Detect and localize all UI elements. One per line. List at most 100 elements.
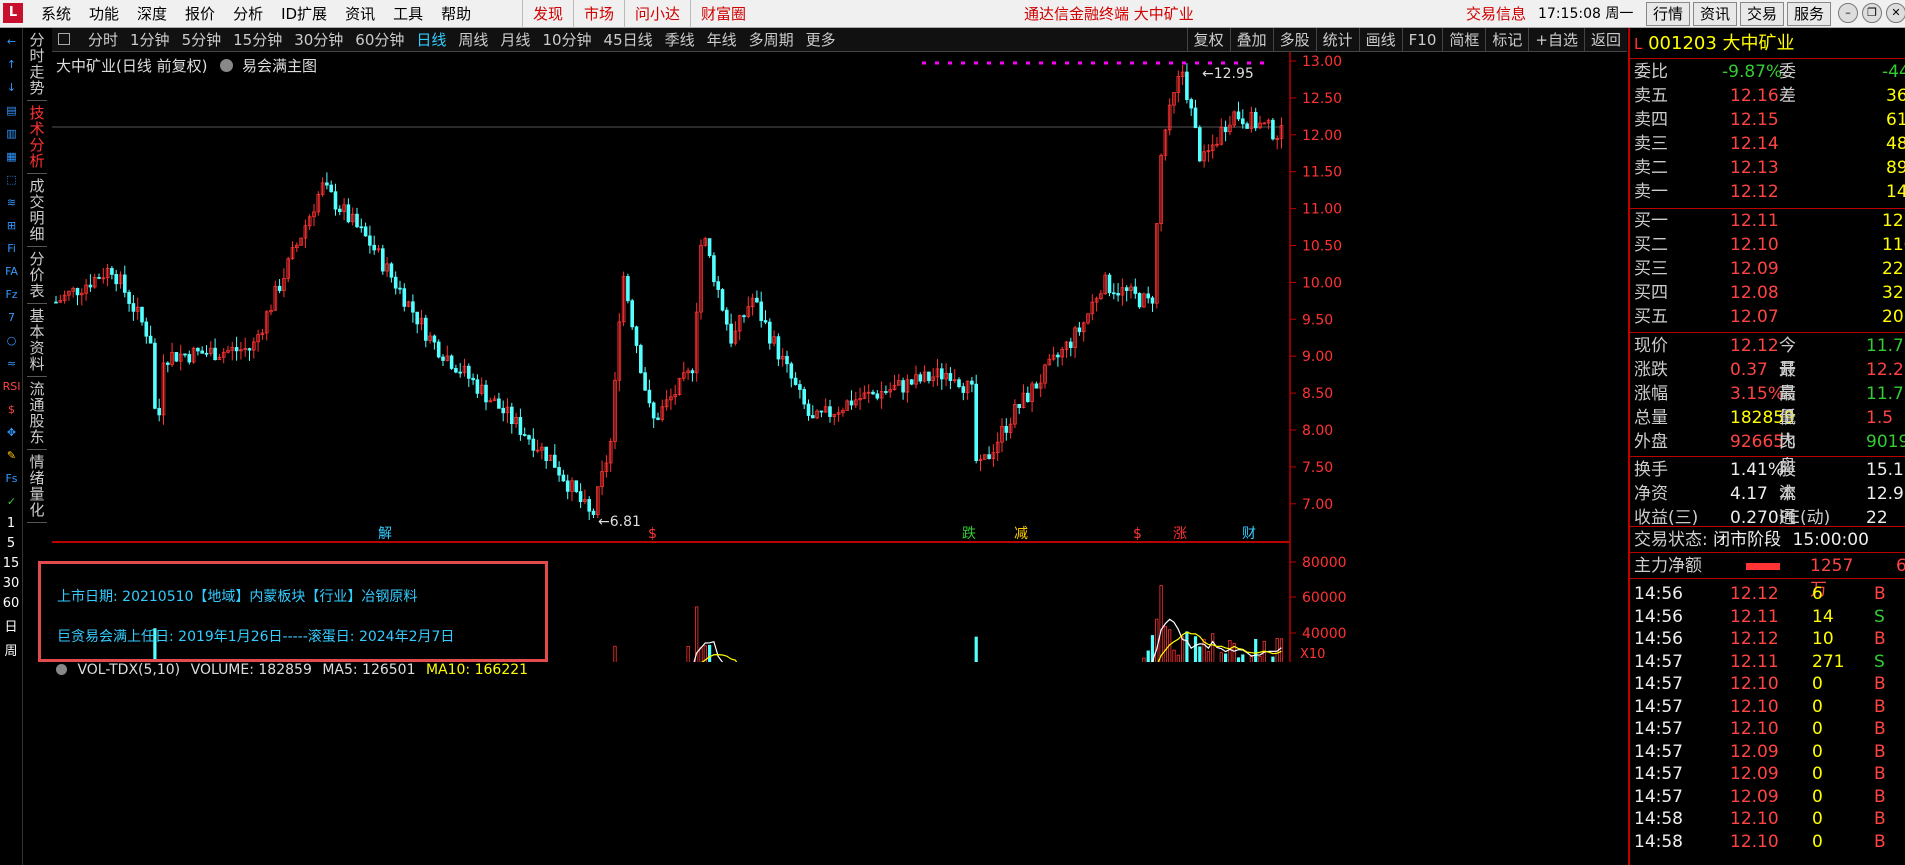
tool-button-8[interactable]: +自选 (1528, 28, 1584, 52)
vol-toggle-icon[interactable] (56, 664, 67, 675)
board-icon[interactable]: ⊞ (2, 216, 21, 235)
period-tab-1[interactable]: 1分钟 (124, 28, 176, 52)
menu-item-function[interactable]: 功能 (80, 0, 128, 28)
tool-button-0[interactable]: 复权 (1186, 28, 1230, 52)
period-tab-10[interactable]: 45日线 (598, 28, 659, 52)
candle-body (415, 311, 419, 325)
back-icon[interactable]: ← (2, 32, 21, 51)
period-tab-8[interactable]: 月线 (494, 28, 536, 52)
price-tick-label: 7.50 (1302, 460, 1333, 476)
tab-sentiment[interactable]: 情绪量化 (27, 450, 47, 523)
fs-icon[interactable]: Fs (2, 469, 21, 488)
candle-body (948, 373, 953, 381)
period-tab-9[interactable]: 10分钟 (536, 28, 597, 52)
menu-item-wealth[interactable]: 财富圈 (690, 0, 756, 28)
candle-body (200, 350, 205, 354)
tool-button-7[interactable]: 标记 (1485, 28, 1528, 52)
tool-button-9[interactable]: 返回 (1583, 28, 1627, 52)
restore-icon[interactable]: ❐ (1862, 3, 1882, 23)
menu-item-discover[interactable]: 发现 (522, 0, 573, 28)
tab-price-table[interactable]: 分价表 (27, 247, 47, 304)
period-60[interactable]: 60 (0, 596, 22, 611)
period-tab-13[interactable]: 多周期 (743, 28, 800, 52)
period-tab-14[interactable]: 更多 (800, 28, 842, 52)
period-tab-5[interactable]: 60分钟 (349, 28, 410, 52)
table-icon[interactable]: ▥ (2, 124, 21, 143)
tick-row: 14:57 12.10 0 B (1634, 672, 1886, 696)
quote-button[interactable]: 行情 (1646, 2, 1691, 26)
indicator-toggle-icon[interactable] (220, 59, 234, 72)
tick-direction: B (1874, 831, 1886, 852)
period-tab-6[interactable]: 日线 (410, 28, 452, 52)
menu-item-quote[interactable]: 报价 (176, 0, 224, 28)
menu-item-id-ext[interactable]: ID扩展 (272, 0, 336, 28)
close-icon[interactable]: ✕ (1886, 3, 1905, 23)
period-15[interactable]: 15 (0, 556, 22, 571)
candle-body (544, 446, 548, 461)
price-tick-label: 12.50 (1302, 91, 1342, 107)
candle-body (776, 336, 781, 360)
menu-item-system[interactable]: 系统 (32, 0, 80, 28)
bid-row: 买五 12.07 20 (1634, 305, 1904, 329)
seven-icon[interactable]: 7 (2, 308, 21, 327)
trade-info-link[interactable]: 交易信息 (1466, 0, 1526, 28)
tab-intraday[interactable]: 分时走势 (27, 28, 47, 101)
period-tab-2[interactable]: 5分钟 (176, 28, 228, 52)
kline-icon[interactable]: ≋ (2, 193, 21, 212)
menu-item-ask[interactable]: 问小达 (624, 0, 690, 28)
check-icon[interactable]: ✓ (2, 492, 21, 511)
service-button[interactable]: 服务 (1787, 2, 1832, 26)
indicator-name[interactable]: 易会满主图 (242, 57, 317, 75)
period-tab-12[interactable]: 年线 (701, 28, 743, 52)
minimize-icon[interactable]: – (1838, 3, 1858, 23)
tab-fundamentals[interactable]: 基本资料 (27, 304, 47, 377)
tool-button-3[interactable]: 统计 (1315, 28, 1359, 52)
stock-name: 大中矿业 (1722, 33, 1795, 54)
period-30[interactable]: 30 (0, 576, 22, 591)
fz-icon[interactable]: Fz (2, 285, 21, 304)
trade-button[interactable]: 交易 (1740, 2, 1785, 26)
up-icon[interactable]: ↑ (2, 55, 21, 74)
pencil-icon[interactable]: ✎ (2, 446, 21, 465)
tab-shareholders[interactable]: 流通股东 (27, 377, 47, 450)
period-tab-11[interactable]: 季线 (659, 28, 701, 52)
move-icon[interactable]: ✥ (2, 423, 21, 442)
tool-button-2[interactable]: 多股 (1272, 28, 1316, 52)
tool-button-5[interactable]: F10 (1401, 28, 1443, 52)
period-tab-0[interactable]: 分时 (82, 28, 124, 52)
period-5[interactable]: 5 (0, 536, 22, 551)
menu-item-market[interactable]: 市场 (573, 0, 624, 28)
period-tab-4[interactable]: 30分钟 (288, 28, 349, 52)
down-icon[interactable]: ↓ (2, 78, 21, 97)
tool-button-1[interactable]: 叠加 (1229, 28, 1273, 52)
chart-icon[interactable]: ⬚ (2, 170, 21, 189)
menu-item-news[interactable]: 资讯 (336, 0, 384, 28)
fi-icon[interactable]: Fi (2, 239, 21, 258)
candle-body (1185, 71, 1189, 100)
feature-menu: 发现 市场 问小达 财富圈 (522, 0, 756, 28)
news-button[interactable]: 资讯 (1693, 2, 1738, 26)
wave-icon[interactable]: ≈ (2, 354, 21, 373)
tick-price: 12.09 (1730, 741, 1779, 762)
period-tab-3[interactable]: 15分钟 (227, 28, 288, 52)
menu-item-depth[interactable]: 深度 (128, 0, 176, 28)
menu-item-analysis[interactable]: 分析 (224, 0, 272, 28)
fa-icon[interactable]: FA (2, 262, 21, 281)
rsi-icon[interactable]: RSI (2, 377, 21, 396)
menu-item-help[interactable]: 帮助 (432, 0, 480, 28)
tab-deals[interactable]: 成交明细 (27, 174, 47, 247)
period-1[interactable]: 1 (0, 516, 22, 531)
capital-bar (1746, 563, 1780, 570)
tab-technical[interactable]: 技术分析 (27, 101, 47, 174)
period-week[interactable]: 周 (0, 640, 22, 659)
grid-icon[interactable]: ▤ (2, 101, 21, 120)
tool-button-4[interactable]: 画线 (1358, 28, 1402, 52)
menu-item-tools[interactable]: 工具 (384, 0, 432, 28)
circle-icon[interactable]: ○ (2, 331, 21, 350)
tool-button-6[interactable]: 简框 (1442, 28, 1485, 52)
list-icon[interactable]: ▦ (2, 147, 21, 166)
money-icon[interactable]: $ (2, 400, 21, 419)
layout-icon[interactable] (58, 33, 70, 45)
period-day[interactable]: 日 (0, 616, 22, 635)
period-tab-7[interactable]: 周线 (452, 28, 494, 52)
